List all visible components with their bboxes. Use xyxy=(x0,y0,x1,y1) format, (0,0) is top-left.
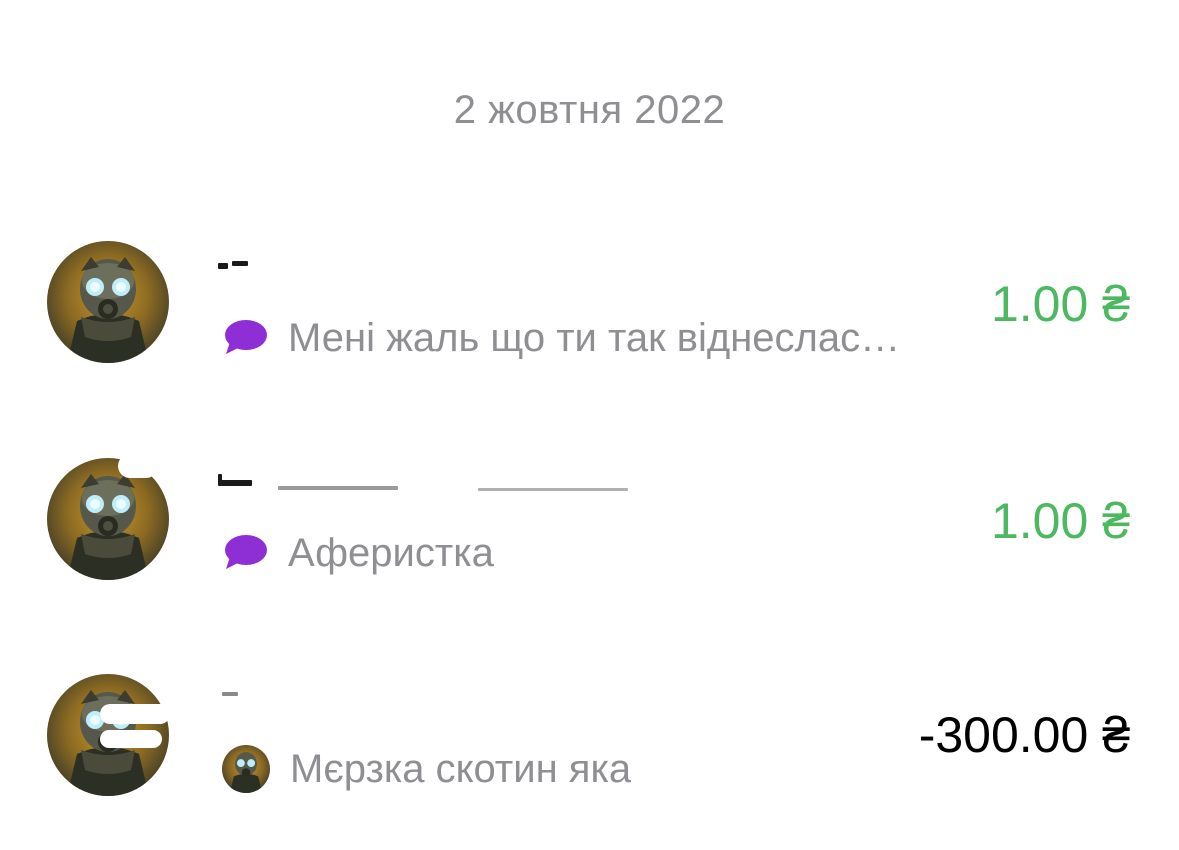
date-header: 2 жовтня 2022 xyxy=(453,88,726,132)
comment-line: Аферистка xyxy=(222,528,494,578)
sender-name-redacted xyxy=(218,245,698,275)
chat-bubble-icon xyxy=(225,320,267,354)
amount: -300.00 ₴ xyxy=(918,707,1130,763)
sender-name-redacted xyxy=(218,682,698,712)
amount: 1.00 ₴ xyxy=(990,276,1130,332)
comment-line: Мені жаль що ти так віднеслас… xyxy=(222,313,900,363)
comment-line: Мєрзка скотин яка xyxy=(222,744,631,794)
comment-text: Мені жаль що ти так віднеслас… xyxy=(288,315,901,360)
chat-bubble-icon xyxy=(225,535,267,569)
amount: 1.00 ₴ xyxy=(990,493,1130,549)
gas-mask-avatar-icon xyxy=(47,241,169,363)
comment-text: Мєрзка скотин яка xyxy=(290,746,632,791)
comment-text: Аферистка xyxy=(288,530,494,575)
gas-mask-mini-avatar-icon xyxy=(222,745,270,793)
redaction-mask xyxy=(118,454,158,478)
sender-name-redacted xyxy=(218,466,698,496)
transaction-row[interactable]: Мені жаль що ти так віднеслас… 1.00 ₴ xyxy=(0,235,1179,375)
redaction-mask xyxy=(100,704,170,724)
transaction-row[interactable]: Аферистка 1.00 ₴ xyxy=(0,452,1179,592)
transaction-row[interactable]: Мєрзка скотин яка -300.00 ₴ xyxy=(0,668,1179,808)
redaction-mask xyxy=(100,730,162,748)
